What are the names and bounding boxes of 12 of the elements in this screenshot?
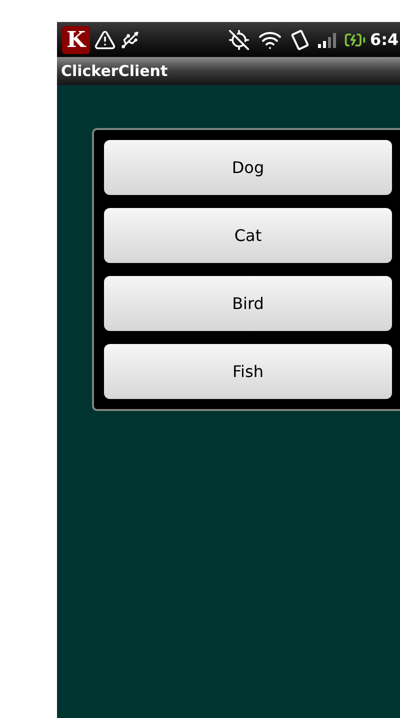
rotation-icon [290,28,310,50]
option-button[interactable]: Cat [104,208,392,263]
status-time: 6:4 [370,28,399,50]
option-button[interactable]: Dog [104,140,392,195]
option-button[interactable]: Fish [104,344,392,399]
app-badge: K [62,26,90,54]
usb-icon [120,30,140,50]
warning-icon [94,28,116,50]
signal-icon [318,32,338,48]
option-button[interactable]: Bird [104,276,392,331]
app-title: ClickerClient [61,60,168,82]
gps-off-icon [228,28,250,50]
